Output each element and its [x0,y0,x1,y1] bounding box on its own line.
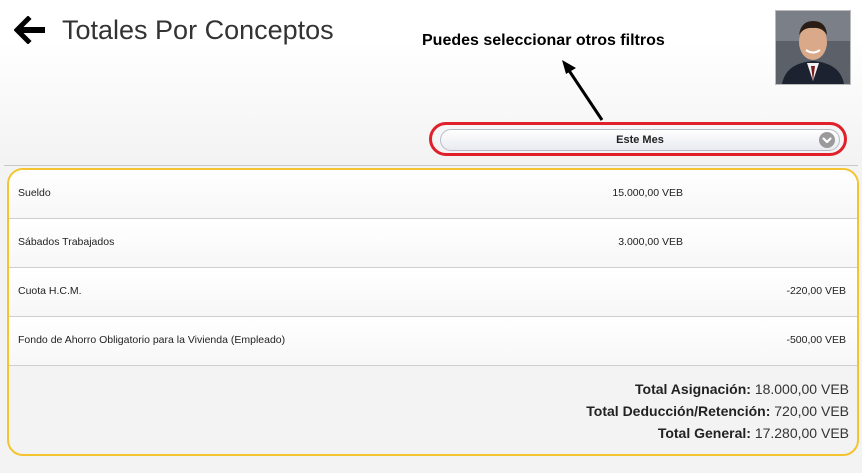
table-row[interactable]: Sábados Trabajados 3.000,00 VEB [9,219,857,268]
total-general: Total General: 17.280,00 VEB [586,422,849,444]
chevron-down-icon[interactable] [819,132,835,148]
period-filter-value: Este Mes [616,134,664,146]
table-row[interactable]: Sueldo 15.000,00 VEB [9,170,857,219]
total-deduccion-value: 720,00 VEB [774,403,849,419]
concept-label: Sábados Trabajados [18,236,115,248]
concept-label: Sueldo [18,187,51,199]
total-deduccion-label: Total Deducción/Retención: [586,403,771,419]
page-title: Totales Por Conceptos [62,15,334,45]
total-deduccion: Total Deducción/Retención: 720,00 VEB [586,400,849,422]
period-filter-select[interactable]: Este Mes [440,129,840,151]
table-row[interactable]: Cuota H.C.M. -220,00 VEB [9,268,857,317]
concept-label: Fondo de Ahorro Obligatorio para la Vivi… [18,334,286,346]
total-general-label: Total General: [657,425,751,441]
total-general-value: 17.280,00 VEB [754,425,849,441]
deduccion-value: -500,00 VEB [786,334,846,346]
total-asignacion-label: Total Asignación: [635,381,751,397]
concepts-panel: Sueldo 15.000,00 VEB Sábados Trabajados … [7,168,859,456]
avatar[interactable] [775,10,851,85]
asignacion-value: 3.000,00 VEB [618,236,683,248]
total-asignacion: Total Asignación: 18.000,00 VEB [586,378,849,400]
totals-summary: Total Asignación: 18.000,00 VEB Total De… [586,378,849,444]
concept-label: Cuota H.C.M. [18,285,82,297]
hint-arrow-icon [562,60,604,121]
back-arrow-icon[interactable] [13,15,48,45]
table-row[interactable]: Fondo de Ahorro Obligatorio para la Vivi… [9,317,857,366]
asignacion-value: 15.000,00 VEB [612,187,683,199]
total-asignacion-value: 18.000,00 VEB [754,381,849,397]
header-divider [4,165,858,166]
deduccion-value: -220,00 VEB [786,285,846,297]
filter-hint-text: Puedes seleccionar otros filtros [422,32,665,49]
filter-highlight: Este Mes [429,122,847,156]
